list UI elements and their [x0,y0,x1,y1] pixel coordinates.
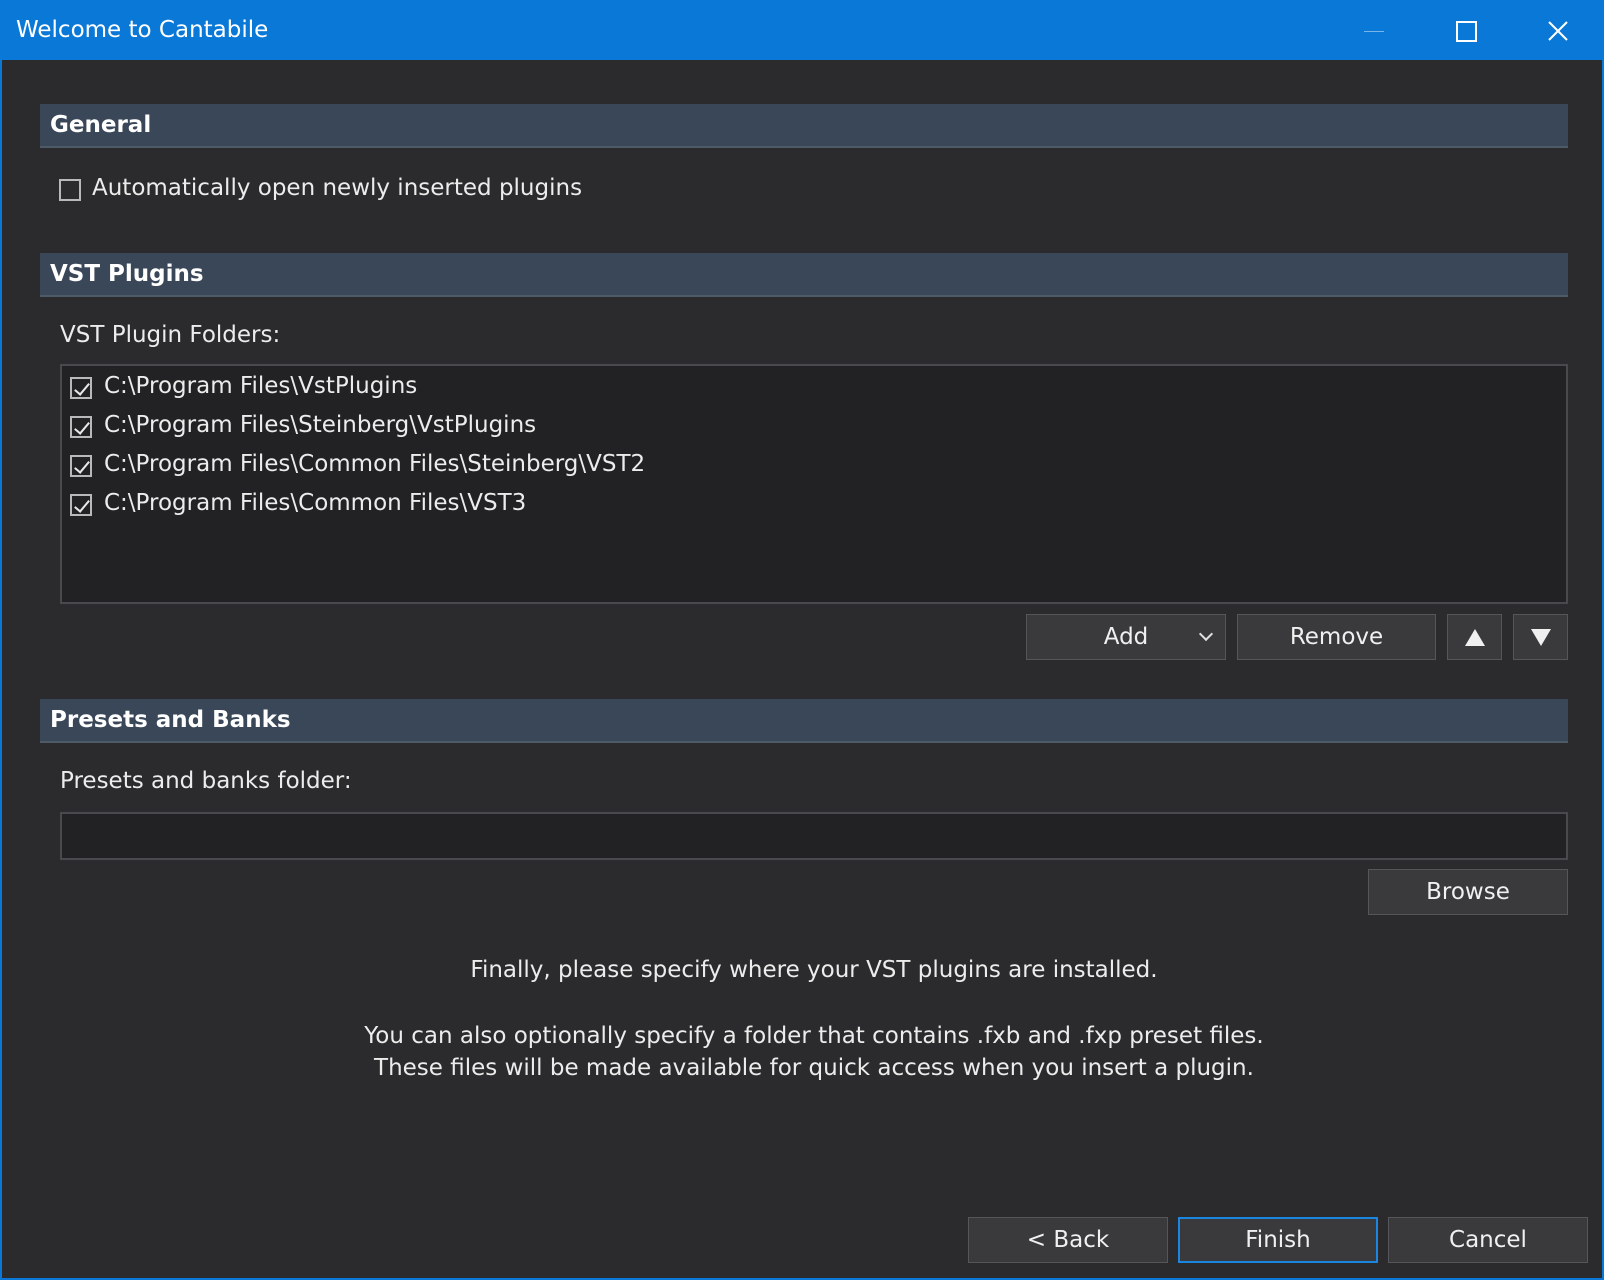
info-text-line3: These files will be made available for q… [374,1055,1254,1081]
vst-folders-list[interactable]: C:\Program Files\VstPlugins C:\Program F… [60,364,1568,604]
arrow-up-icon [1464,628,1485,646]
finish-button-label: Finish [1245,1227,1311,1253]
add-dropdown-button[interactable]: Add [1026,614,1226,660]
info-text-line2: You can also optionally specify a folder… [364,1023,1264,1049]
cancel-button[interactable]: Cancel [1388,1217,1588,1263]
list-item[interactable]: C:\Program Files\Common Files\Steinberg\… [62,446,1566,484]
window-title: Welcome to Cantabile [16,17,269,43]
close-button[interactable] [1512,2,1604,60]
section-header-vst: VST Plugins [40,253,1568,297]
section-title-vst: VST Plugins [50,261,204,287]
minimize-icon [1364,30,1384,32]
remove-button[interactable]: Remove [1237,614,1436,660]
arrow-down-icon [1530,628,1551,646]
folder-checkbox[interactable] [70,377,92,399]
move-down-button[interactable] [1513,614,1568,660]
section-title-presets: Presets and Banks [50,707,291,733]
vst-folders-label: VST Plugin Folders: [60,322,281,348]
add-button-label: Add [1103,624,1149,650]
remove-button-label: Remove [1289,624,1384,650]
move-up-button[interactable] [1447,614,1502,660]
title-bar[interactable]: Welcome to Cantabile [2,2,1602,60]
dialog-window: Welcome to Cantabile General Automatical… [0,0,1604,1280]
presets-folder-input[interactable] [60,812,1568,860]
section-title-general: General [50,112,152,138]
presets-folder-label: Presets and banks folder: [60,768,352,794]
browse-button[interactable]: Browse [1368,869,1568,915]
back-button[interactable]: < Back [968,1217,1168,1263]
folder-checkbox[interactable] [70,455,92,477]
browse-button-label: Browse [1426,879,1510,905]
folder-checkbox[interactable] [70,494,92,516]
section-header-general: General [40,104,1568,148]
folder-path: C:\Program Files\Common Files\Steinberg\… [104,451,646,477]
back-button-label: < Back [1026,1227,1110,1253]
auto-open-checkbox[interactable] [59,179,81,201]
folder-path: C:\Program Files\VstPlugins [104,373,418,399]
folder-path: C:\Program Files\Common Files\VST3 [104,490,527,516]
cancel-button-label: Cancel [1449,1227,1527,1253]
maximize-icon [1455,20,1477,42]
list-item[interactable]: C:\Program Files\VstPlugins [62,368,1566,406]
list-item[interactable]: C:\Program Files\Common Files\VST3 [62,485,1566,523]
list-item[interactable]: C:\Program Files\Steinberg\VstPlugins [62,407,1566,445]
chevron-down-icon [1198,626,1214,642]
folder-checkbox[interactable] [70,416,92,438]
auto-open-label[interactable]: Automatically open newly inserted plugin… [92,175,582,201]
maximize-button[interactable] [1420,2,1512,60]
section-header-presets: Presets and Banks [40,699,1568,743]
minimize-button[interactable] [1328,2,1420,60]
finish-button[interactable]: Finish [1178,1217,1378,1263]
info-text-line1: Finally, please specify where your VST p… [470,957,1158,983]
close-icon [1548,21,1568,41]
folder-path: C:\Program Files\Steinberg\VstPlugins [104,412,537,438]
